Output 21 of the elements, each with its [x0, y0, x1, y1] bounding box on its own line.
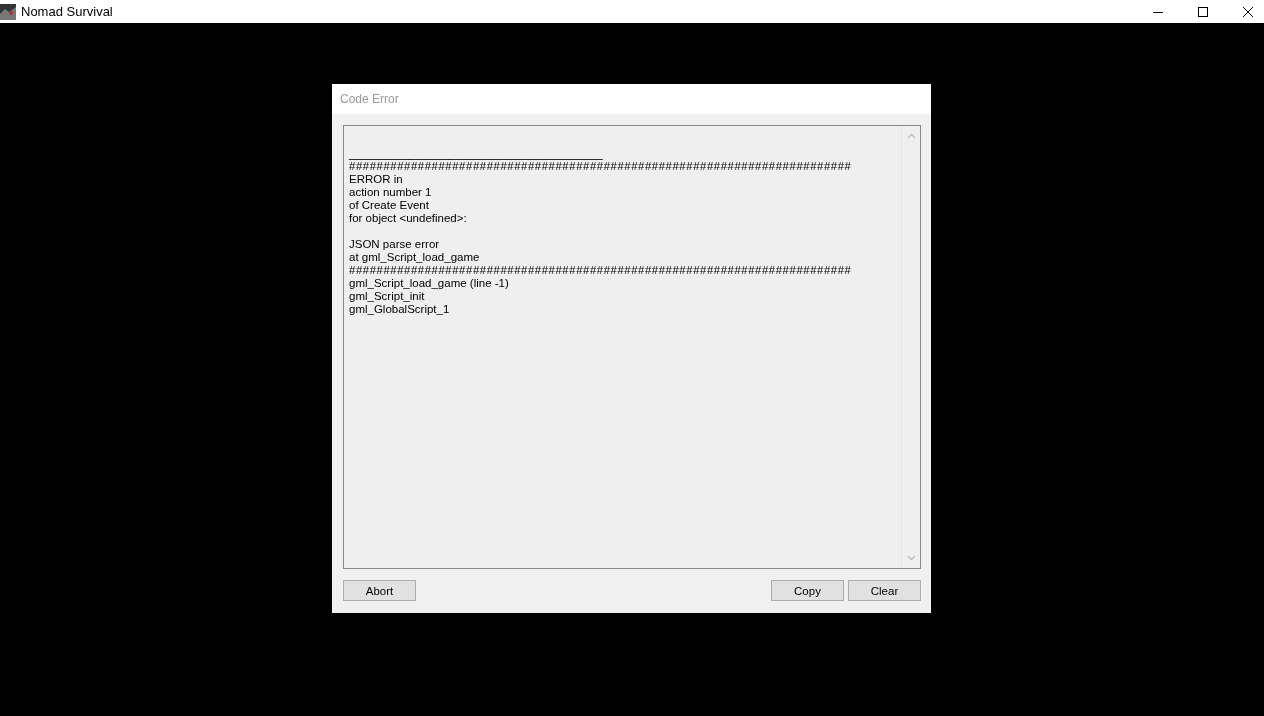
error-line: at gml_Script_load_game — [349, 251, 480, 264]
abort-button[interactable]: Abort — [343, 580, 416, 601]
error-line: JSON parse error — [349, 238, 440, 251]
error-line: for object <undefined>: — [349, 212, 467, 225]
dialog-button[interactable]: Clear — [848, 580, 921, 601]
error-text-area[interactable] — [343, 125, 921, 569]
error-line: ERROR in — [349, 173, 403, 186]
close-icon[interactable] — [1242, 5, 1254, 18]
error-line: of Create Event — [349, 199, 429, 212]
hash-line: ######################################################################### — [349, 264, 852, 277]
hash-line: ######################################################################### — [349, 160, 852, 173]
error-line: action number 1 — [349, 186, 432, 199]
error-line: gml_Script_init — [349, 290, 425, 303]
dialog-button[interactable]: Copy — [771, 580, 844, 601]
error-line: gml_GlobalScript_1 — [349, 303, 450, 316]
maximize-icon[interactable] — [1197, 5, 1209, 18]
error-line: gml_Script_load_game (line -1) — [349, 277, 509, 290]
window-title: Nomad Survival — [21, 4, 113, 19]
separator-line: ______________________________________ — [349, 147, 603, 160]
dialog-title: Code Error — [340, 92, 399, 106]
app-icon — [0, 3, 16, 20]
